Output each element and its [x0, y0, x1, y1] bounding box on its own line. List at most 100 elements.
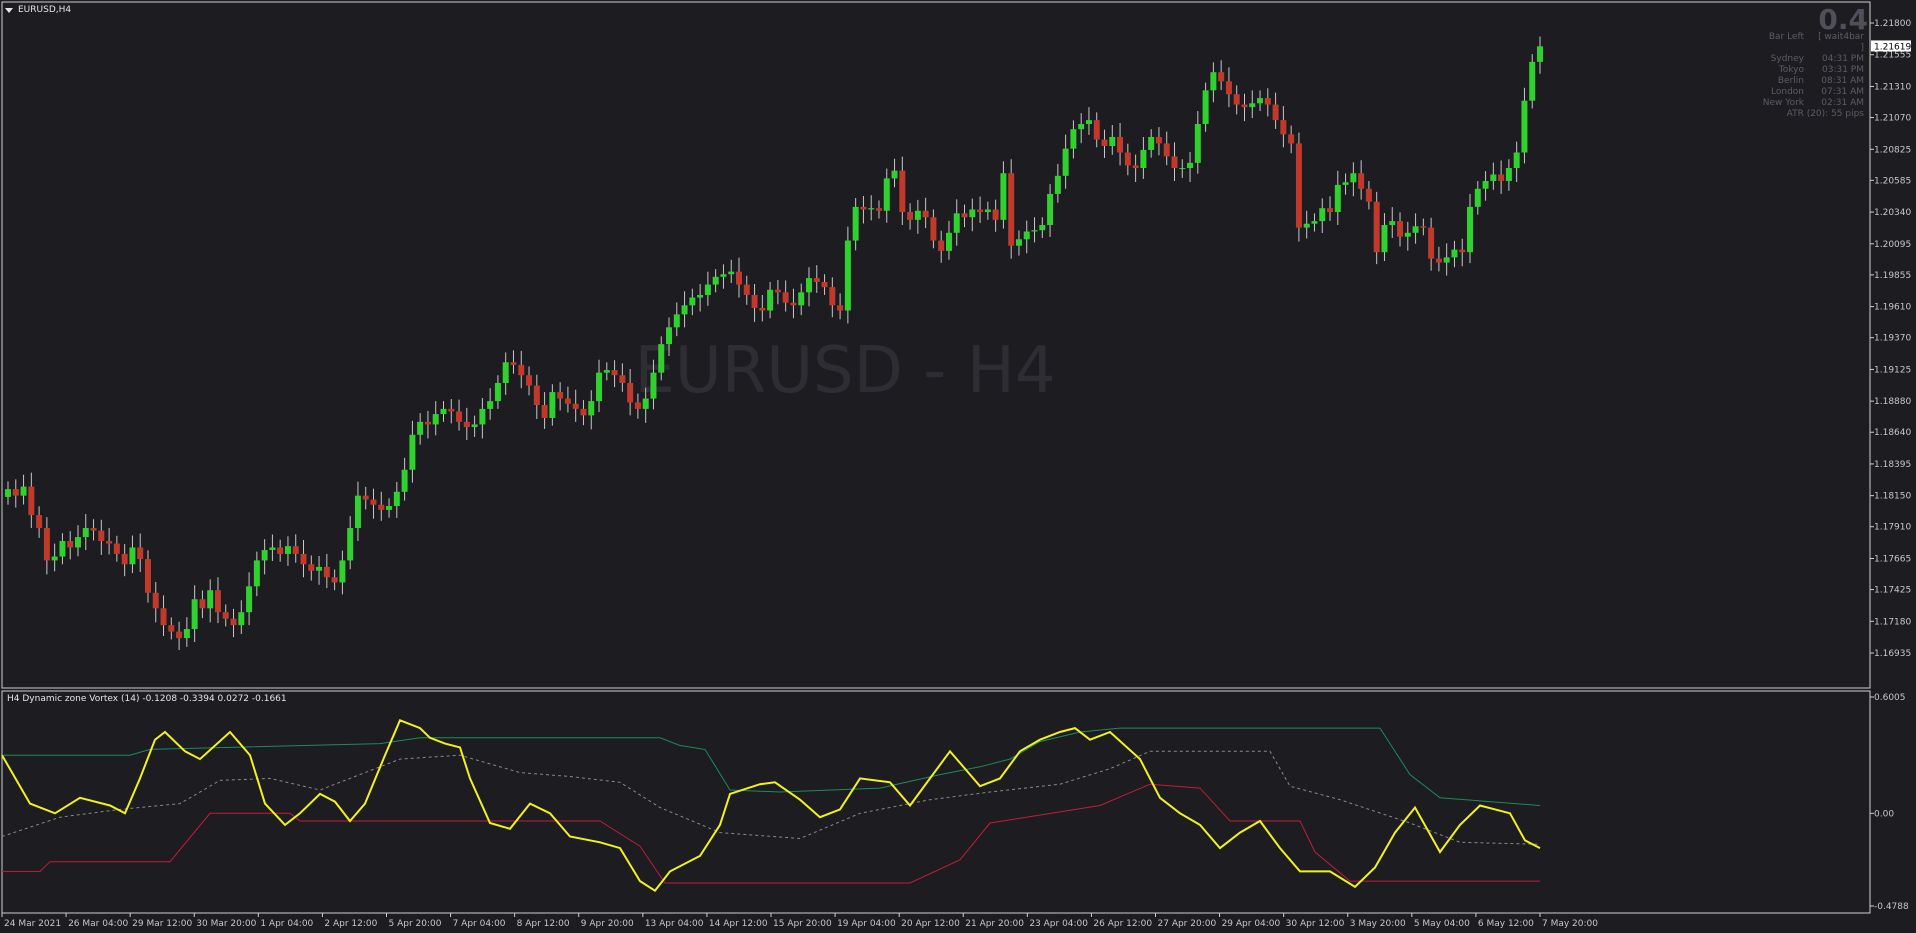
- bull-candle: [603, 370, 610, 373]
- bull-candle: [883, 178, 890, 211]
- bear-candle: [160, 608, 167, 626]
- bear-candle: [1101, 139, 1108, 147]
- bull-candle: [1467, 206, 1474, 253]
- info-row: Sydney 04:31 PM: [1770, 54, 1864, 64]
- bear-candle: [12, 489, 19, 496]
- bear-candle: [1428, 227, 1435, 259]
- bull-candle: [1023, 231, 1030, 240]
- bear-candle: [790, 302, 797, 306]
- bear-candle: [43, 528, 50, 561]
- time-tick-label: 5 Apr 20:00: [389, 919, 442, 929]
- bull-candle: [1000, 173, 1007, 220]
- bear-candle: [1241, 104, 1248, 108]
- bear-candle: [106, 540, 113, 544]
- info-row: New York 02:31 AM: [1762, 98, 1864, 108]
- bear-candle: [113, 543, 120, 554]
- bear-candle: [557, 392, 564, 399]
- bear-candle: [541, 405, 548, 418]
- bear-candle: [751, 294, 758, 308]
- bear-candle: [144, 559, 151, 593]
- info-row: London 07:31 AM: [1771, 87, 1864, 97]
- bear-candle: [782, 292, 789, 303]
- bull-candle: [82, 528, 89, 538]
- bull-candle: [417, 421, 424, 435]
- bull-candle: [20, 486, 27, 496]
- bull-candle: [1404, 232, 1411, 237]
- bear-candle: [938, 240, 945, 251]
- bull-candle: [191, 599, 198, 630]
- bear-candle: [98, 530, 105, 541]
- info-row: Berlin 08:31 AM: [1777, 76, 1864, 86]
- bull-candle: [549, 392, 556, 418]
- price-tick-label: 1.18640: [1874, 428, 1911, 438]
- bear-candle: [1358, 173, 1365, 189]
- bear-candle: [28, 486, 35, 516]
- lower-zone-line: [2, 783, 1540, 884]
- bull-candle: [74, 537, 81, 548]
- bull-candle: [1078, 124, 1085, 130]
- bull-candle: [650, 372, 657, 399]
- bull-candle: [681, 305, 688, 315]
- bull-candle: [1303, 223, 1310, 228]
- bear-candle: [743, 284, 750, 295]
- bear-candle: [1327, 208, 1334, 213]
- bull-candle: [1451, 249, 1458, 258]
- bull-candle: [720, 274, 727, 277]
- bull-candle: [1109, 136, 1116, 147]
- bear-candle: [370, 499, 377, 505]
- bear-candle: [323, 566, 330, 578]
- symbol-title: EURUSD,H4: [18, 5, 72, 15]
- symbol-menu-icon[interactable]: [5, 8, 13, 13]
- time-tick-label: 6 May 12:00: [1478, 919, 1534, 929]
- bear-candle: [1155, 136, 1162, 144]
- info-row: Bar Left[ wait4bar ]: [1768, 32, 1864, 53]
- price-tick-label: 1.16935: [1874, 649, 1911, 659]
- bull-candle: [284, 546, 291, 554]
- time-tick-label: 21 Apr 20:00: [965, 919, 1024, 929]
- bear-candle: [1373, 201, 1380, 253]
- price-tick-label: 1.21310: [1874, 82, 1911, 92]
- bull-candle: [487, 401, 494, 409]
- price-tick-label: 1.19855: [1874, 271, 1911, 281]
- bear-candle: [1264, 98, 1271, 105]
- session-info-panel: Bar Left[ wait4bar ] Sydney 04:31 PM Toky…: [1744, 32, 1864, 120]
- bear-candle: [736, 271, 743, 285]
- bull-candle: [1249, 103, 1256, 108]
- bear-candle: [214, 590, 221, 613]
- bull-candle: [596, 372, 603, 402]
- price-tick-label: 1.19370: [1874, 334, 1911, 344]
- bull-candle: [1537, 46, 1543, 62]
- time-tick-label: 19 Apr 04:00: [837, 919, 896, 929]
- bull-candle: [984, 209, 991, 213]
- bear-candle: [961, 213, 968, 218]
- indicator-tick-label: -0.4788: [1874, 902, 1909, 912]
- bear-candle: [922, 210, 929, 218]
- bull-candle: [1311, 221, 1318, 224]
- time-tick-label: 13 Apr 04:00: [645, 919, 704, 929]
- bull-candle: [1521, 100, 1528, 153]
- bull-candle: [183, 629, 190, 639]
- chart-frame: [1, 1, 1871, 914]
- bear-candle: [813, 278, 820, 282]
- bull-candle: [891, 170, 898, 179]
- bear-candle: [1093, 120, 1100, 140]
- price-tick-label: 1.21070: [1874, 114, 1911, 124]
- bear-candle: [121, 553, 128, 565]
- bull-candle: [1350, 173, 1357, 183]
- bear-candle: [1225, 81, 1232, 95]
- price-tick-label: 1.17910: [1874, 523, 1911, 533]
- bear-candle: [137, 547, 144, 560]
- trading-chart-canvas[interactable]: EURUSD - H4 1.218001.215551.213101.21070…: [0, 0, 1916, 933]
- bull-candle: [1194, 124, 1201, 163]
- bull-candle: [1202, 90, 1209, 125]
- bull-candle: [432, 414, 439, 425]
- bull-candle: [767, 289, 774, 311]
- bear-candle: [456, 411, 463, 422]
- bull-candle: [798, 292, 805, 306]
- bear-candle: [992, 209, 999, 220]
- bear-candle: [1288, 134, 1295, 144]
- indicator-tick-label: 0.00: [1874, 809, 1894, 819]
- bull-candle: [440, 408, 447, 415]
- bear-candle: [463, 421, 470, 428]
- bull-candle: [868, 208, 875, 210]
